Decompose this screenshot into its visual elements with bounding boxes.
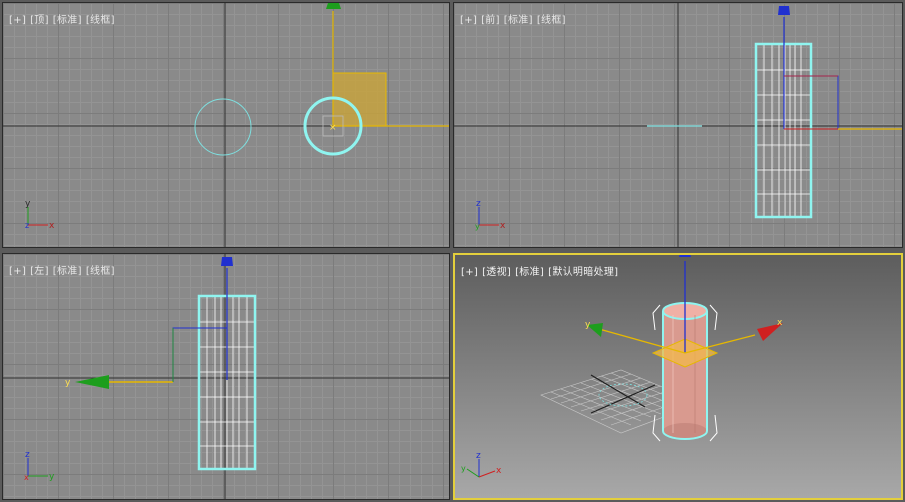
cylinder-base-circle [194,98,252,156]
axis-y-label: y [25,199,31,209]
axis-y-label: y [475,222,480,231]
front-scene: z x y [454,3,902,247]
gizmo-y-label: y [585,320,591,330]
svg-text:×: × [329,123,337,133]
axis-y-label: y [461,464,466,473]
viewport-perspective[interactable]: [+] [透视] [标准] [默认明暗处理] y x z x y [453,253,903,500]
unselected-cylinder-base [598,383,648,407]
axis-x-label: x [49,221,55,231]
axis-x-label: x [500,221,506,231]
top-scene: × y x z [3,3,449,247]
axis-z-label: z [25,450,30,460]
viewport-left[interactable]: [+] [左] [标准] [线框] y z y x [2,253,450,500]
gizmo-z-arrow [778,6,790,15]
viewport-front[interactable]: [+] [前] [标准] [线框] z x y [453,2,903,248]
gizmo-y-arrow [326,3,341,9]
axis-y-label: y [49,472,55,482]
perspective-scene: y x z x y [461,255,783,478]
viewport-top[interactable]: [+] [顶] [标准] [线框] × y x z [2,2,450,248]
axis-z-label: z [476,451,481,461]
left-scene: y z y x [3,254,449,499]
axis-z-label: z [25,221,29,230]
gizmo-y-label: y [65,378,71,388]
gizmo-y-arrow [75,375,109,389]
gizmo-x-label: x [777,318,783,328]
gizmo-z-arrow [221,257,233,266]
axis-x-label: x [496,466,502,476]
axis-x-label: x [24,473,29,482]
gizmo-z-arrow [679,255,691,257]
axis-z-label: z [476,199,481,209]
